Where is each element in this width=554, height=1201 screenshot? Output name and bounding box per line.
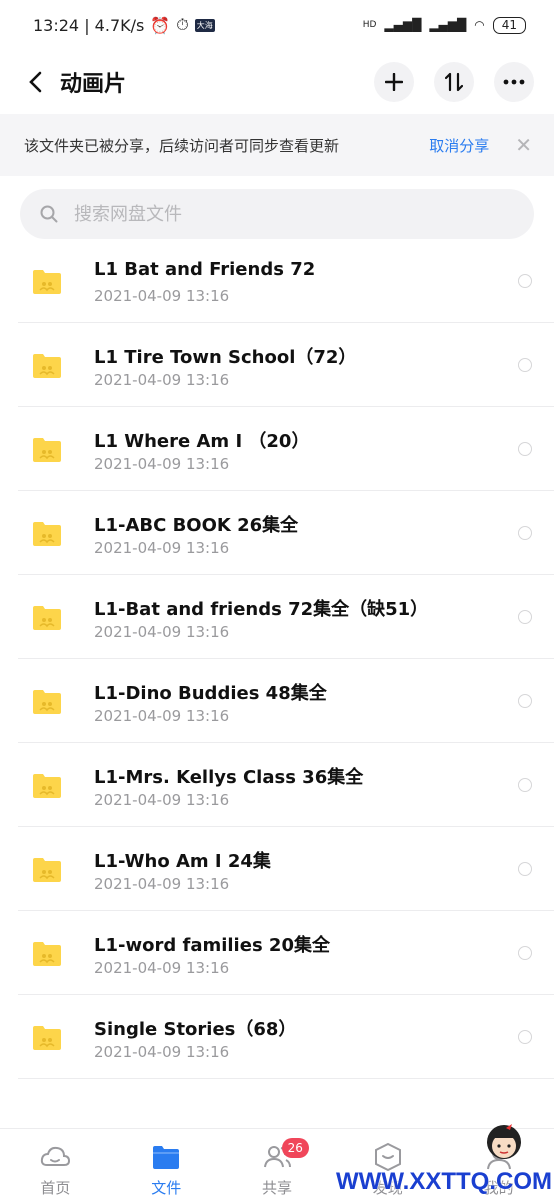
- watermark: WWW.XXTTQ.COM: [336, 1124, 552, 1196]
- close-icon[interactable]: ✕: [515, 133, 532, 157]
- file-date: 2021-04-09 13:16: [94, 287, 230, 305]
- clock-icon: ⏱: [176, 15, 189, 34]
- tab-label: 文件: [151, 1179, 182, 1197]
- folder-icon: [33, 690, 61, 714]
- list-item[interactable]: L1 Bat and Friends 72 2021-04-09 13:16: [0, 239, 554, 323]
- signal-icon-2: ▂▄▆█: [429, 18, 467, 32]
- folder-icon: [33, 354, 61, 378]
- select-radio[interactable]: [518, 1030, 532, 1044]
- select-radio[interactable]: [518, 610, 532, 624]
- file-name: L1 Where Am I （20）: [94, 431, 310, 452]
- file-date: 2021-04-09 13:16: [94, 539, 230, 557]
- file-name: L1-Dino Buddies 48集全: [94, 683, 327, 704]
- select-radio[interactable]: [518, 274, 532, 288]
- add-button[interactable]: [374, 62, 414, 102]
- file-name: L1 Bat and Friends 72: [94, 259, 316, 280]
- search-bar[interactable]: [20, 189, 534, 239]
- sort-button[interactable]: [434, 62, 474, 102]
- chevron-left-icon: [29, 71, 42, 93]
- file-name: L1 Tire Town School（72）: [94, 347, 357, 368]
- file-name: L1-word families 20集全: [94, 935, 330, 956]
- alarm-icon: ⏰: [150, 15, 171, 35]
- wifi-icon: ◠: [474, 18, 485, 32]
- page-title: 动画片: [60, 72, 127, 97]
- list-item[interactable]: L1-Dino Buddies 48集全 2021-04-09 13:16: [0, 659, 554, 743]
- tab-label: 首页: [40, 1179, 71, 1197]
- list-item[interactable]: L1-word families 20集全 2021-04-09 13:16: [0, 911, 554, 995]
- file-date: 2021-04-09 13:16: [94, 371, 230, 389]
- list-item[interactable]: L1-Bat and friends 72集全（缺51） 2021-04-09 …: [0, 575, 554, 659]
- file-name: Single Stories（68）: [94, 1019, 297, 1040]
- list-item[interactable]: L1-Who Am I 24集 2021-04-09 13:16: [0, 827, 554, 911]
- select-radio[interactable]: [518, 526, 532, 540]
- file-name: L1-Mrs. Kellys Class 36集全: [94, 767, 364, 788]
- file-date: 2021-04-09 13:16: [94, 707, 230, 725]
- share-notice-text: 该文件夹已被分享，后续访问者可同步查看更新: [24, 136, 340, 155]
- select-radio[interactable]: [518, 862, 532, 876]
- tab-label: 共享: [261, 1179, 292, 1197]
- folder-icon: [33, 522, 61, 546]
- folder-icon: [33, 1026, 61, 1050]
- battery-icon: 41: [492, 16, 526, 34]
- file-date: 2021-04-09 13:16: [94, 791, 230, 809]
- cancel-share-link[interactable]: 取消分享: [429, 135, 489, 156]
- hd-label: HD: [362, 20, 377, 30]
- sort-icon: [445, 72, 463, 92]
- file-list: L1 Bat and Friends 72 2021-04-09 13:16 L…: [0, 239, 554, 1079]
- list-item[interactable]: Single Stories（68） 2021-04-09 13:16: [0, 995, 554, 1079]
- watermark-text: WWW.XXTTQ.COM: [336, 1168, 552, 1195]
- file-name: L1-Bat and friends 72集全（缺51）: [94, 599, 429, 620]
- status-bar: 13:24 | 4.7K/s ⏰ ⏱ 大海 HD ▂▄▆█ ▂▄▆█ ◠ 41: [0, 0, 554, 50]
- search-icon: [40, 205, 58, 223]
- folder-icon: [153, 1146, 180, 1169]
- file-date: 2021-04-09 13:16: [94, 455, 230, 473]
- plus-icon: [385, 73, 403, 91]
- tab-share[interactable]: 26 共享: [222, 1129, 333, 1201]
- tab-files[interactable]: 文件: [111, 1129, 222, 1201]
- list-item[interactable]: L1-ABC BOOK 26集全 2021-04-09 13:16: [0, 491, 554, 575]
- file-date: 2021-04-09 13:16: [94, 1043, 230, 1061]
- file-date: 2021-04-09 13:16: [94, 959, 230, 977]
- folder-icon: [33, 438, 61, 462]
- list-item[interactable]: L1 Where Am I （20） 2021-04-09 13:16: [0, 407, 554, 491]
- select-radio[interactable]: [518, 358, 532, 372]
- notification-badge: 26: [281, 1138, 309, 1158]
- folder-icon: [33, 942, 61, 966]
- select-radio[interactable]: [518, 946, 532, 960]
- list-item[interactable]: L1-Mrs. Kellys Class 36集全 2021-04-09 13:…: [0, 743, 554, 827]
- file-date: 2021-04-09 13:16: [94, 623, 230, 641]
- more-icon: [503, 79, 525, 85]
- select-radio[interactable]: [518, 778, 532, 792]
- file-date: 2021-04-09 13:16: [94, 875, 230, 893]
- file-name: L1-ABC BOOK 26集全: [94, 515, 299, 536]
- folder-icon: [33, 858, 61, 882]
- signal-icon: ▂▄▆█: [384, 18, 422, 32]
- search-input[interactable]: [72, 202, 496, 226]
- cloud-icon: [41, 1146, 71, 1166]
- select-radio[interactable]: [518, 442, 532, 456]
- status-time-speed: 13:24 | 4.7K/s: [33, 15, 145, 35]
- app-badge-icon: 大海: [194, 18, 215, 32]
- tab-home[interactable]: 首页: [0, 1129, 111, 1201]
- select-radio[interactable]: [518, 694, 532, 708]
- list-item[interactable]: L1 Tire Town School（72） 2021-04-09 13:16: [0, 323, 554, 407]
- folder-icon: [33, 270, 61, 294]
- mascot-icon: [487, 1124, 521, 1159]
- folder-icon: [33, 606, 61, 630]
- folder-icon: [33, 774, 61, 798]
- share-notice: 该文件夹已被分享，后续访问者可同步查看更新 取消分享 ✕: [0, 114, 554, 176]
- header: 动画片: [0, 50, 554, 114]
- back-button[interactable]: [20, 67, 50, 97]
- file-name: L1-Who Am I 24集: [94, 851, 271, 872]
- more-button[interactable]: [494, 62, 534, 102]
